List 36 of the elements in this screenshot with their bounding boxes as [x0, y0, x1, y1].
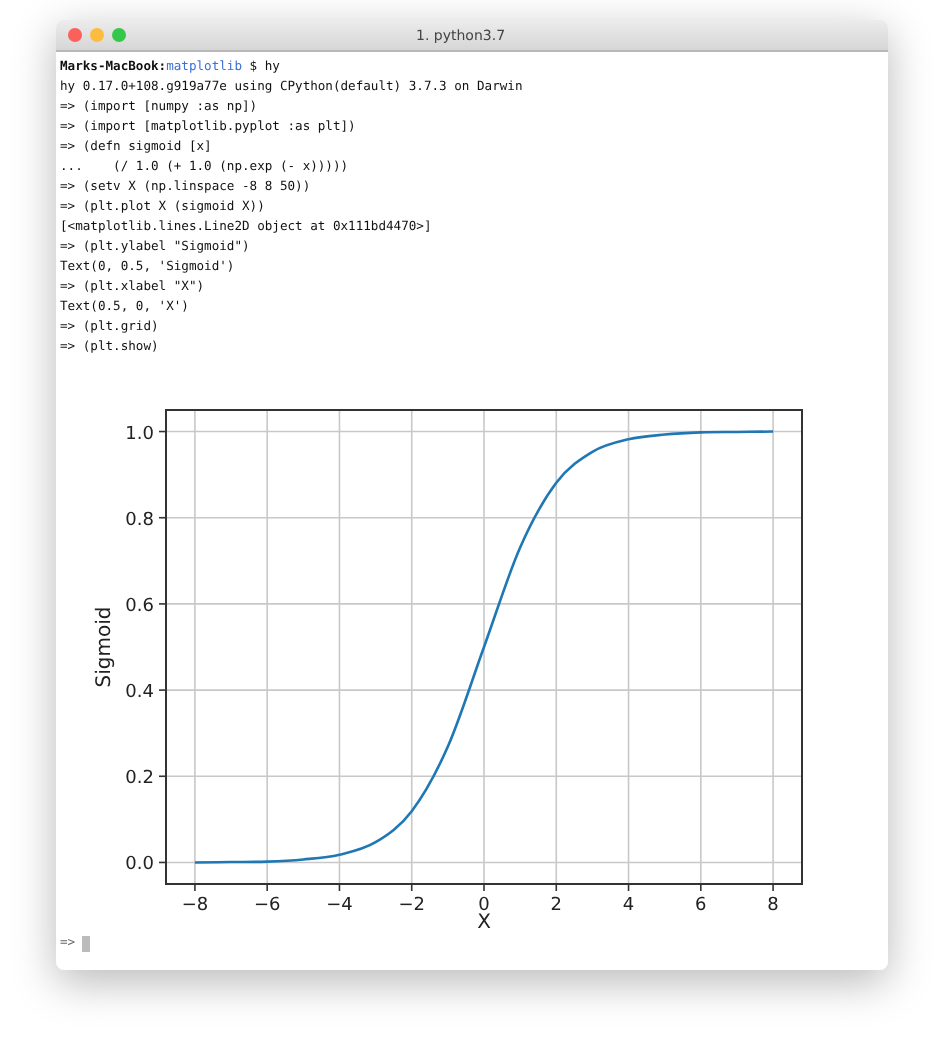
tick-label: −6: [253, 896, 281, 916]
tick-label: 0.0: [125, 855, 154, 876]
tick-label: 0.8: [125, 510, 154, 531]
tick-mark: [158, 775, 167, 778]
tick-mark: [158, 861, 167, 864]
tick-label: −8: [181, 896, 209, 916]
tick-label: 4: [622, 896, 635, 916]
tick-mark: [483, 883, 485, 892]
tick-mark: [266, 883, 268, 892]
tick-mark: [158, 689, 167, 691]
zoom-button[interactable]: [112, 28, 126, 42]
tick-mark: [194, 883, 196, 892]
tick-label: 6: [695, 896, 707, 916]
tick-label: −2: [398, 896, 425, 916]
y-axis-label: Sigmoid: [94, 606, 116, 688]
tick-mark: [158, 516, 167, 519]
tick-mark: [158, 603, 167, 605]
tick-label: −4: [326, 896, 353, 916]
tick-mark: [700, 883, 702, 892]
tick-label: 0.6: [125, 596, 154, 617]
tick-label: 0.2: [125, 769, 154, 790]
close-button[interactable]: [68, 28, 82, 42]
tick-mark: [555, 883, 558, 892]
tick-mark: [410, 883, 413, 892]
tick-mark: [158, 430, 167, 433]
tick-label: 1.0: [125, 424, 154, 445]
tick-mark: [627, 883, 630, 892]
tick-label: 2: [550, 896, 562, 916]
tick-label: 0.4: [125, 683, 154, 704]
tick-mark: [772, 883, 774, 892]
minimize-button[interactable]: [90, 28, 104, 42]
tick-label: 0: [478, 896, 490, 916]
x-axis-label: X: [477, 912, 491, 930]
tick-label: 8: [767, 896, 779, 916]
tick-mark: [338, 883, 341, 892]
text-cursor: [81, 936, 90, 952]
